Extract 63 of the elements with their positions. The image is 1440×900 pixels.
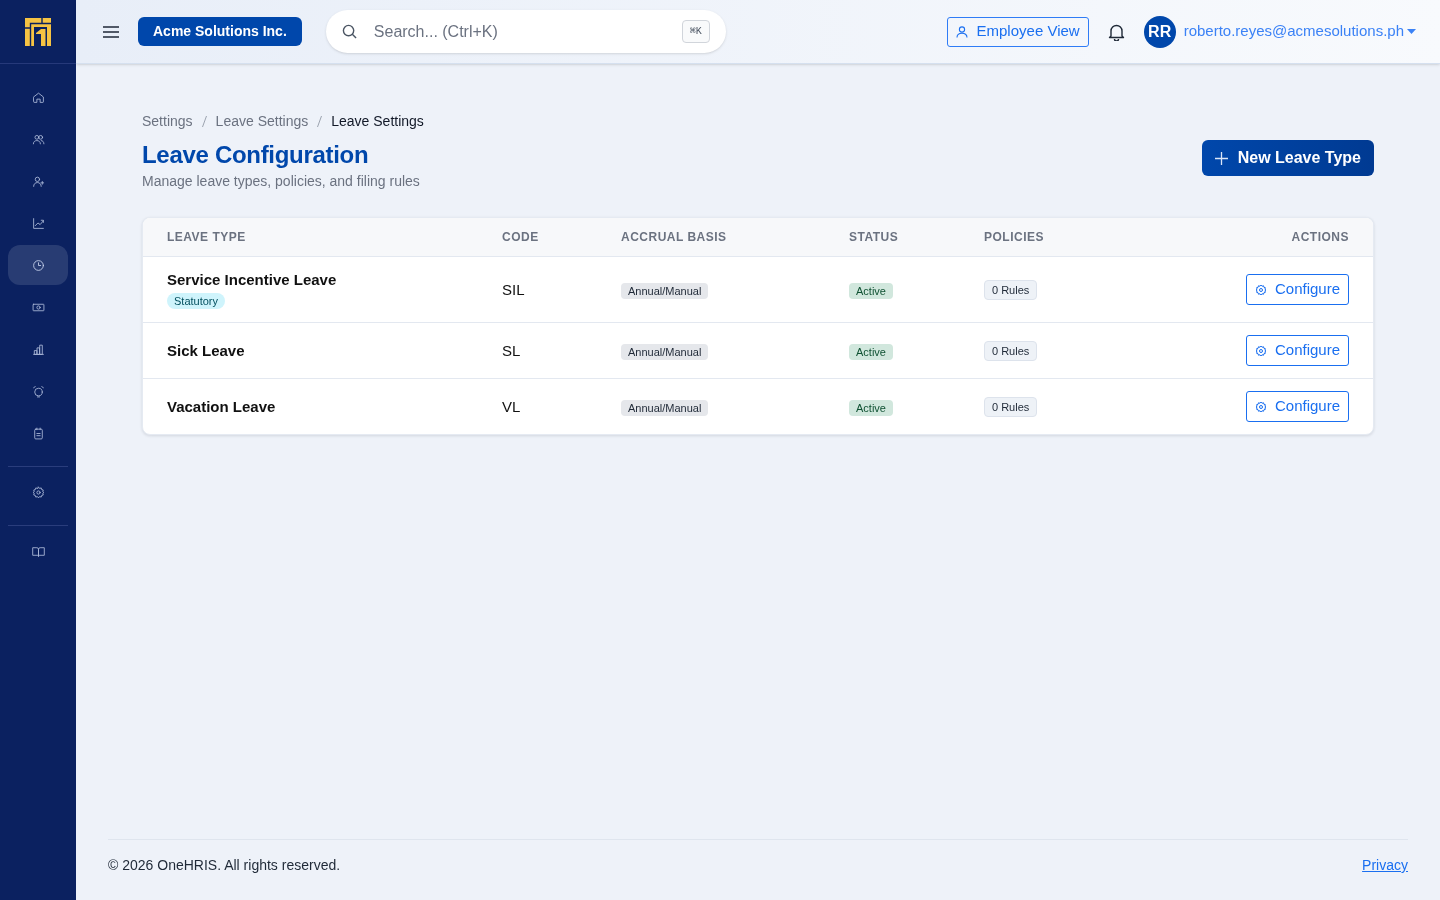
bell-icon[interactable] bbox=[1107, 22, 1125, 41]
settings-icon bbox=[1254, 344, 1267, 357]
page-title: Leave Configuration bbox=[142, 140, 370, 170]
column-header: POLICIES bbox=[984, 229, 1045, 245]
sidebar-item[interactable] bbox=[8, 245, 68, 285]
column-header: ACTIONS bbox=[1291, 229, 1349, 245]
leave-type-name: Service Incentive Leave bbox=[167, 270, 337, 290]
breadcrumb-link[interactable]: Leave Settings bbox=[215, 111, 309, 131]
slash-separator-icon bbox=[201, 115, 207, 127]
column-header: ACCRUAL BASIS bbox=[621, 229, 728, 245]
configure-button[interactable]: Configure bbox=[1245, 391, 1349, 422]
status-badge: Active bbox=[849, 399, 893, 416]
user-menu-button[interactable]: roberto.reyes@acmesolutions.ph bbox=[1183, 20, 1416, 43]
column-header: LEAVE TYPE bbox=[167, 229, 247, 245]
logo-icon bbox=[25, 17, 51, 46]
leave-type-name: Sick Leave bbox=[167, 340, 245, 361]
policies-badge: 0 Rules bbox=[984, 279, 1038, 300]
line-chart-icon bbox=[31, 216, 45, 230]
user-avatar: RR bbox=[1143, 15, 1176, 48]
settings-icon bbox=[1254, 283, 1267, 296]
slash-separator-icon bbox=[317, 115, 323, 127]
menu-icon[interactable] bbox=[103, 25, 119, 38]
accrual-badge: Annual/Manual bbox=[621, 343, 709, 360]
statutory-tag: Statutory bbox=[167, 293, 226, 309]
page-subtitle: Manage leave types, policies, and filing rules bbox=[142, 172, 420, 191]
code-cell-text: VL bbox=[502, 396, 522, 417]
users-icon bbox=[31, 132, 45, 146]
configure-button[interactable]: Configure bbox=[1245, 274, 1349, 305]
caret-icon bbox=[1407, 29, 1416, 34]
company-button[interactable]: Acme Solutions Inc. bbox=[138, 17, 302, 46]
search-field[interactable]: Search... (Ctrl+K) ⌘K bbox=[325, 10, 726, 53]
user-icon bbox=[955, 25, 968, 38]
plus-icon bbox=[1214, 151, 1228, 165]
privacy-link[interactable]: Privacy bbox=[1362, 855, 1408, 875]
clipboard-icon bbox=[31, 426, 45, 440]
new-leave-type-button[interactable]: New Leave Type bbox=[1201, 140, 1374, 176]
home-icon bbox=[31, 90, 45, 104]
code-cell-text: SIL bbox=[502, 279, 526, 300]
status-badge: Active bbox=[849, 343, 893, 360]
status-badge: Active bbox=[849, 282, 893, 299]
column-header: STATUS bbox=[849, 229, 900, 245]
configure-button[interactable]: Configure bbox=[1245, 335, 1349, 366]
column-header: CODE bbox=[502, 229, 540, 245]
accrual-badge: Annual/Manual bbox=[621, 282, 709, 299]
leave-type-name: Vacation Leave bbox=[167, 396, 276, 417]
shortcut-hint: ⌘K bbox=[681, 20, 710, 43]
code-cell-text: SL bbox=[502, 340, 522, 361]
employee-view-button[interactable]: Employee View bbox=[946, 16, 1089, 47]
copyright-text: © 2026 OneHRIS. All rights reserved. bbox=[108, 856, 341, 875]
search-input[interactable]: Search... (Ctrl+K) bbox=[373, 19, 682, 44]
alarm-clock-icon bbox=[31, 384, 45, 398]
search-icon bbox=[341, 24, 357, 39]
bar-chart-icon bbox=[31, 342, 45, 356]
accrual-badge: Annual/Manual bbox=[621, 399, 709, 416]
book-icon bbox=[31, 544, 45, 558]
policies-badge: 0 Rules bbox=[984, 340, 1038, 361]
settings-icon bbox=[31, 485, 45, 499]
user-plus-icon bbox=[31, 174, 45, 188]
clock-icon bbox=[31, 258, 45, 272]
policies-badge: 0 Rules bbox=[984, 396, 1038, 417]
settings-icon bbox=[1254, 400, 1267, 413]
breadcrumb-current: Leave Settings bbox=[331, 112, 424, 131]
breadcrumb-link[interactable]: Settings bbox=[142, 111, 193, 131]
